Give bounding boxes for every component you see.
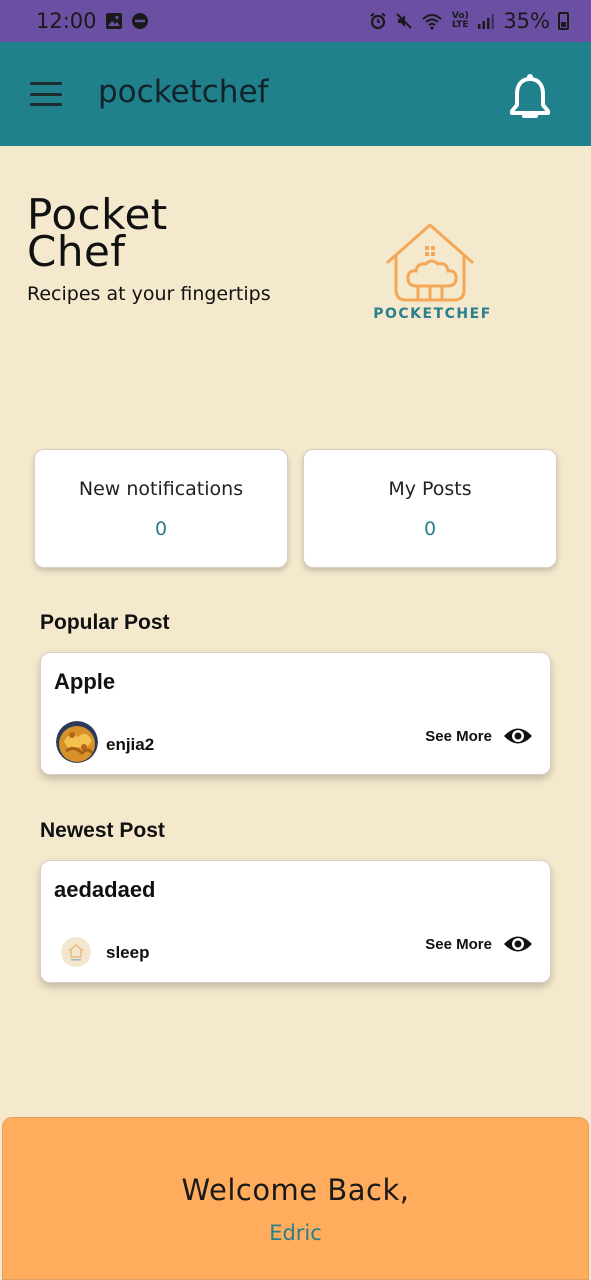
app-title: pocketchef — [98, 74, 269, 110]
avatar — [56, 721, 98, 763]
mute-icon — [395, 12, 413, 30]
battery-icon — [558, 12, 569, 30]
hero-title: Pocket Chef — [27, 194, 168, 273]
newest-post-card[interactable]: aedadaed sleep See More — [40, 860, 551, 983]
post-title: Apple — [54, 669, 116, 694]
logo-text: POCKETCHEF — [373, 306, 492, 322]
post-author: sleep — [106, 943, 150, 962]
status-bar: 12:00 Vo) LTE 35% — [0, 0, 591, 42]
pocketchef-logo: POCKETCHEF — [370, 220, 495, 330]
notifications-count: 0 — [154, 518, 168, 540]
see-more-button[interactable]: See More — [425, 933, 534, 955]
popular-post-card[interactable]: Apple enjia2 See More — [40, 652, 551, 775]
popular-post-heading: Popular Post — [40, 611, 170, 634]
status-right: Vo) LTE 35% — [369, 9, 569, 33]
see-more-label: See More — [425, 935, 492, 953]
gallery-icon — [105, 12, 123, 30]
status-time: 12:00 — [36, 9, 97, 33]
app-bar: pocketchef — [0, 42, 591, 146]
wifi-icon — [421, 12, 443, 30]
dnd-icon — [131, 12, 149, 30]
post-author: enjia2 — [106, 735, 155, 754]
welcome-greeting: Welcome Back, — [181, 1173, 410, 1207]
alarm-icon — [369, 12, 387, 30]
post-title: aedadaed — [54, 877, 156, 902]
avatar — [61, 937, 91, 967]
battery-percent: 35% — [503, 9, 550, 33]
eye-icon — [504, 936, 532, 952]
notifications-label: New notifications — [78, 478, 244, 500]
signal-icon — [477, 12, 495, 30]
welcome-user-name: Edric — [269, 1221, 322, 1245]
eye-icon — [504, 728, 532, 744]
my-posts-card[interactable]: My Posts 0 — [303, 449, 557, 568]
house-chef-hat-icon — [386, 223, 474, 302]
see-more-label: See More — [425, 727, 492, 745]
my-posts-label: My Posts — [388, 478, 472, 500]
bell-icon[interactable] — [508, 72, 552, 122]
hamburger-menu-icon[interactable] — [30, 82, 62, 106]
volte-icon: Vo) LTE — [451, 11, 469, 30]
status-left: 12:00 — [36, 9, 149, 33]
newest-post-heading: Newest Post — [40, 819, 165, 842]
see-more-button[interactable]: See More — [425, 725, 534, 747]
welcome-panel: Welcome Back, Edric — [2, 1117, 589, 1280]
hero-subtitle: Recipes at your fingertips — [27, 283, 271, 305]
new-notifications-card[interactable]: New notifications 0 — [34, 449, 288, 568]
my-posts-count: 0 — [423, 518, 437, 540]
